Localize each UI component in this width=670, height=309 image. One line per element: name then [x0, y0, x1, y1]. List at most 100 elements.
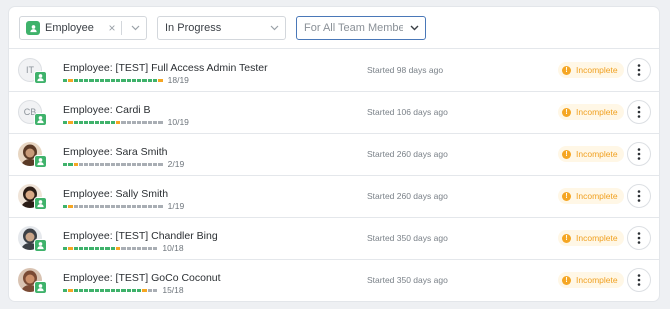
progress-segment — [63, 246, 68, 250]
table-row[interactable]: Employee: Sally Smith 1/19 Started 260 day… — [9, 176, 659, 218]
clear-icon[interactable]: × — [105, 21, 119, 35]
progress-segment — [73, 78, 78, 82]
progress-segment — [115, 288, 121, 292]
exclamation-icon: ! — [562, 191, 571, 201]
progress-segment — [68, 78, 73, 82]
progress-segment — [126, 288, 131, 292]
progress-count: 18/19 — [167, 75, 189, 85]
more-options-button[interactable] — [627, 142, 651, 166]
employee-name[interactable]: Employee: [TEST] Full Access Admin Teste… — [63, 62, 268, 74]
progress-segment — [153, 288, 158, 292]
more-options-button[interactable] — [627, 100, 651, 124]
status-label: Incomplete — [576, 191, 618, 201]
status-badge: ! Incomplete — [558, 230, 624, 246]
progress-segments — [63, 78, 163, 82]
progress-segment — [94, 120, 100, 124]
progress-segment — [78, 204, 84, 208]
progress-segment — [126, 204, 131, 208]
status-label: Incomplete — [576, 65, 618, 75]
progress-segment — [137, 288, 142, 292]
onboarding-progress: 18/19 — [63, 75, 189, 85]
progress-segment — [68, 288, 73, 292]
more-options-button[interactable] — [627, 226, 651, 250]
progress-segment — [73, 246, 78, 250]
progress-segment — [63, 288, 68, 292]
progress-segment — [142, 246, 147, 250]
exclamation-icon: ! — [562, 65, 571, 75]
onboarding-progress: 10/18 — [63, 243, 184, 253]
progress-segment — [137, 78, 142, 82]
role-filter-select[interactable]: Employee × — [19, 16, 147, 40]
progress-segment — [78, 78, 84, 82]
progress-segment — [105, 288, 110, 292]
progress-segment — [137, 120, 142, 124]
progress-segment — [110, 246, 115, 250]
status-filter-select[interactable]: In Progress — [157, 16, 286, 40]
more-options-button[interactable] — [627, 58, 651, 82]
employee-name[interactable]: Employee: Cardi B — [63, 104, 151, 116]
user-icon — [34, 113, 47, 126]
status-label: Incomplete — [576, 233, 618, 243]
progress-segment — [68, 204, 73, 208]
more-options-button[interactable] — [627, 268, 651, 292]
employee-name[interactable]: Employee: [TEST] Chandler Bing — [63, 230, 218, 242]
progress-segment — [78, 120, 84, 124]
status-filter-label: In Progress — [165, 22, 222, 34]
onboarding-progress: 2/19 — [63, 159, 184, 169]
progress-segment — [84, 78, 89, 82]
status-badge: ! Incomplete — [558, 146, 624, 162]
progress-segment — [78, 288, 84, 292]
progress-segment — [131, 162, 137, 166]
started-date: Started 98 days ago — [367, 65, 444, 75]
user-icon — [34, 71, 47, 84]
progress-segment — [84, 120, 89, 124]
exclamation-icon: ! — [562, 149, 571, 159]
progress-segment — [89, 288, 94, 292]
progress-count: 15/18 — [162, 285, 184, 295]
progress-segment — [121, 162, 126, 166]
table-row[interactable]: CB Employee: Cardi B 10/19 Started 106 days… — [9, 92, 659, 134]
progress-segment — [68, 162, 73, 166]
user-icon — [34, 239, 47, 252]
progress-segment — [158, 162, 163, 166]
progress-segment — [115, 162, 121, 166]
table-row[interactable]: Employee: [TEST] Chandler Bing 10/18 Start… — [9, 218, 659, 260]
progress-segment — [147, 120, 153, 124]
progress-segment — [115, 204, 121, 208]
chevron-down-icon[interactable] — [263, 17, 285, 39]
progress-segment — [110, 162, 115, 166]
role-filter-label: Employee — [45, 22, 94, 34]
progress-segment — [147, 204, 153, 208]
progress-segment — [94, 162, 100, 166]
status-badge: ! Incomplete — [558, 272, 624, 288]
progress-segments — [63, 120, 163, 124]
progress-segments — [63, 246, 158, 250]
user-icon — [34, 281, 47, 294]
progress-segment — [137, 204, 142, 208]
progress-segment — [94, 204, 100, 208]
progress-segment — [142, 78, 147, 82]
chevron-down-icon[interactable] — [403, 17, 425, 39]
progress-segment — [153, 120, 158, 124]
employee-name[interactable]: Employee: Sara Smith — [63, 146, 167, 158]
vertical-dots-icon — [637, 232, 641, 244]
progress-segment — [131, 78, 137, 82]
progress-segment — [153, 246, 158, 250]
progress-segment — [121, 246, 126, 250]
progress-segment — [131, 246, 137, 250]
progress-segment — [94, 288, 100, 292]
more-options-button[interactable] — [627, 184, 651, 208]
table-row[interactable]: Employee: [TEST] GoCo Coconut 15/18 Starte… — [9, 260, 659, 301]
progress-segment — [121, 78, 126, 82]
employee-name[interactable]: Employee: Sally Smith — [63, 188, 168, 200]
table-row[interactable]: IT Employee: [TEST] Full Access Admin Tes… — [9, 50, 659, 92]
vertical-dots-icon — [637, 148, 641, 160]
progress-count: 1/19 — [167, 201, 185, 211]
progress-segments — [63, 162, 163, 166]
progress-segment — [89, 162, 94, 166]
table-row[interactable]: Employee: Sara Smith 2/19 Started 260 days… — [9, 134, 659, 176]
progress-segment — [158, 120, 163, 124]
chevron-down-icon[interactable] — [124, 17, 146, 39]
employee-name[interactable]: Employee: [TEST] GoCo Coconut — [63, 272, 221, 284]
team-filter-select[interactable]: For All Team Members — [296, 16, 426, 40]
